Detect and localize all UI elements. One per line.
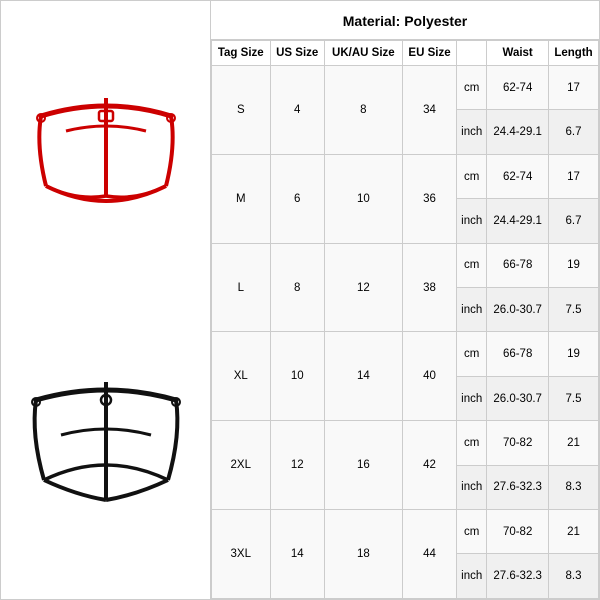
length-inch: 8.3 (549, 465, 599, 509)
unit-cm: cm (457, 510, 487, 554)
col-waist: Waist (487, 41, 549, 66)
unit-inch: inch (457, 554, 487, 599)
waist-cm: 70-82 (487, 421, 549, 465)
product-image-black (21, 330, 191, 560)
material-header: Material: Polyester (211, 1, 599, 40)
tag-size-cell: L (212, 243, 271, 332)
us-size-cell: 4 (270, 66, 324, 155)
material-label: Material: Polyester (343, 13, 468, 29)
col-eu-size: EU Size (402, 41, 456, 66)
us-size-cell: 8 (270, 243, 324, 332)
length-inch: 8.3 (549, 554, 599, 599)
us-size-cell: 14 (270, 510, 324, 599)
eu-size-cell: 34 (402, 66, 456, 155)
ukau-size-cell: 18 (324, 510, 402, 599)
length-inch: 7.5 (549, 288, 599, 332)
waist-cm: 70-82 (487, 510, 549, 554)
tag-size-cell: XL (212, 332, 271, 421)
ukau-size-cell: 10 (324, 154, 402, 243)
length-inch: 6.7 (549, 199, 599, 243)
length-inch: 7.5 (549, 376, 599, 420)
unit-inch: inch (457, 199, 487, 243)
unit-inch: inch (457, 110, 487, 154)
tag-size-cell: S (212, 66, 271, 155)
tag-size-cell: 2XL (212, 421, 271, 510)
unit-cm: cm (457, 332, 487, 376)
unit-inch: inch (457, 376, 487, 420)
col-ukau-size: UK/AU Size (324, 41, 402, 66)
table-row: L81238cm66-7819 (212, 243, 599, 287)
eu-size-cell: 42 (402, 421, 456, 510)
waist-inch: 27.6-32.3 (487, 465, 549, 509)
table-row: M61036cm62-7417 (212, 154, 599, 198)
us-size-cell: 10 (270, 332, 324, 421)
unit-inch: inch (457, 465, 487, 509)
unit-cm: cm (457, 243, 487, 287)
col-length: Length (549, 41, 599, 66)
size-table: Tag Size US Size UK/AU Size EU Size Wais… (211, 40, 599, 599)
length-inch: 6.7 (549, 110, 599, 154)
length-cm: 17 (549, 66, 599, 110)
tag-size-cell: M (212, 154, 271, 243)
waist-inch: 24.4-29.1 (487, 199, 549, 243)
col-unit (457, 41, 487, 66)
unit-cm: cm (457, 421, 487, 465)
table-row: 3XL141844cm70-8221 (212, 510, 599, 554)
col-tag-size: Tag Size (212, 41, 271, 66)
length-cm: 21 (549, 421, 599, 465)
ukau-size-cell: 14 (324, 332, 402, 421)
length-cm: 19 (549, 332, 599, 376)
eu-size-cell: 38 (402, 243, 456, 332)
waist-cm: 62-74 (487, 154, 549, 198)
unit-inch: inch (457, 288, 487, 332)
us-size-cell: 6 (270, 154, 324, 243)
tag-size-cell: 3XL (212, 510, 271, 599)
product-image-red (21, 41, 191, 271)
waist-cm: 66-78 (487, 332, 549, 376)
us-size-cell: 12 (270, 421, 324, 510)
waist-inch: 26.0-30.7 (487, 288, 549, 332)
waist-inch: 26.0-30.7 (487, 376, 549, 420)
table-row: S4834cm62-7417 (212, 66, 599, 110)
waist-inch: 24.4-29.1 (487, 110, 549, 154)
waist-cm: 62-74 (487, 66, 549, 110)
length-cm: 17 (549, 154, 599, 198)
size-table-column: Material: Polyester Tag Size US Size UK/… (211, 1, 599, 599)
col-us-size: US Size (270, 41, 324, 66)
unit-cm: cm (457, 154, 487, 198)
waist-cm: 66-78 (487, 243, 549, 287)
unit-cm: cm (457, 66, 487, 110)
eu-size-cell: 40 (402, 332, 456, 421)
eu-size-cell: 36 (402, 154, 456, 243)
main-container: Material: Polyester Tag Size US Size UK/… (0, 0, 600, 600)
waist-inch: 27.6-32.3 (487, 554, 549, 599)
ukau-size-cell: 12 (324, 243, 402, 332)
length-cm: 19 (549, 243, 599, 287)
table-row: XL101440cm66-7819 (212, 332, 599, 376)
eu-size-cell: 44 (402, 510, 456, 599)
length-cm: 21 (549, 510, 599, 554)
product-images-column (1, 1, 211, 599)
table-row: 2XL121642cm70-8221 (212, 421, 599, 465)
ukau-size-cell: 16 (324, 421, 402, 510)
ukau-size-cell: 8 (324, 66, 402, 155)
